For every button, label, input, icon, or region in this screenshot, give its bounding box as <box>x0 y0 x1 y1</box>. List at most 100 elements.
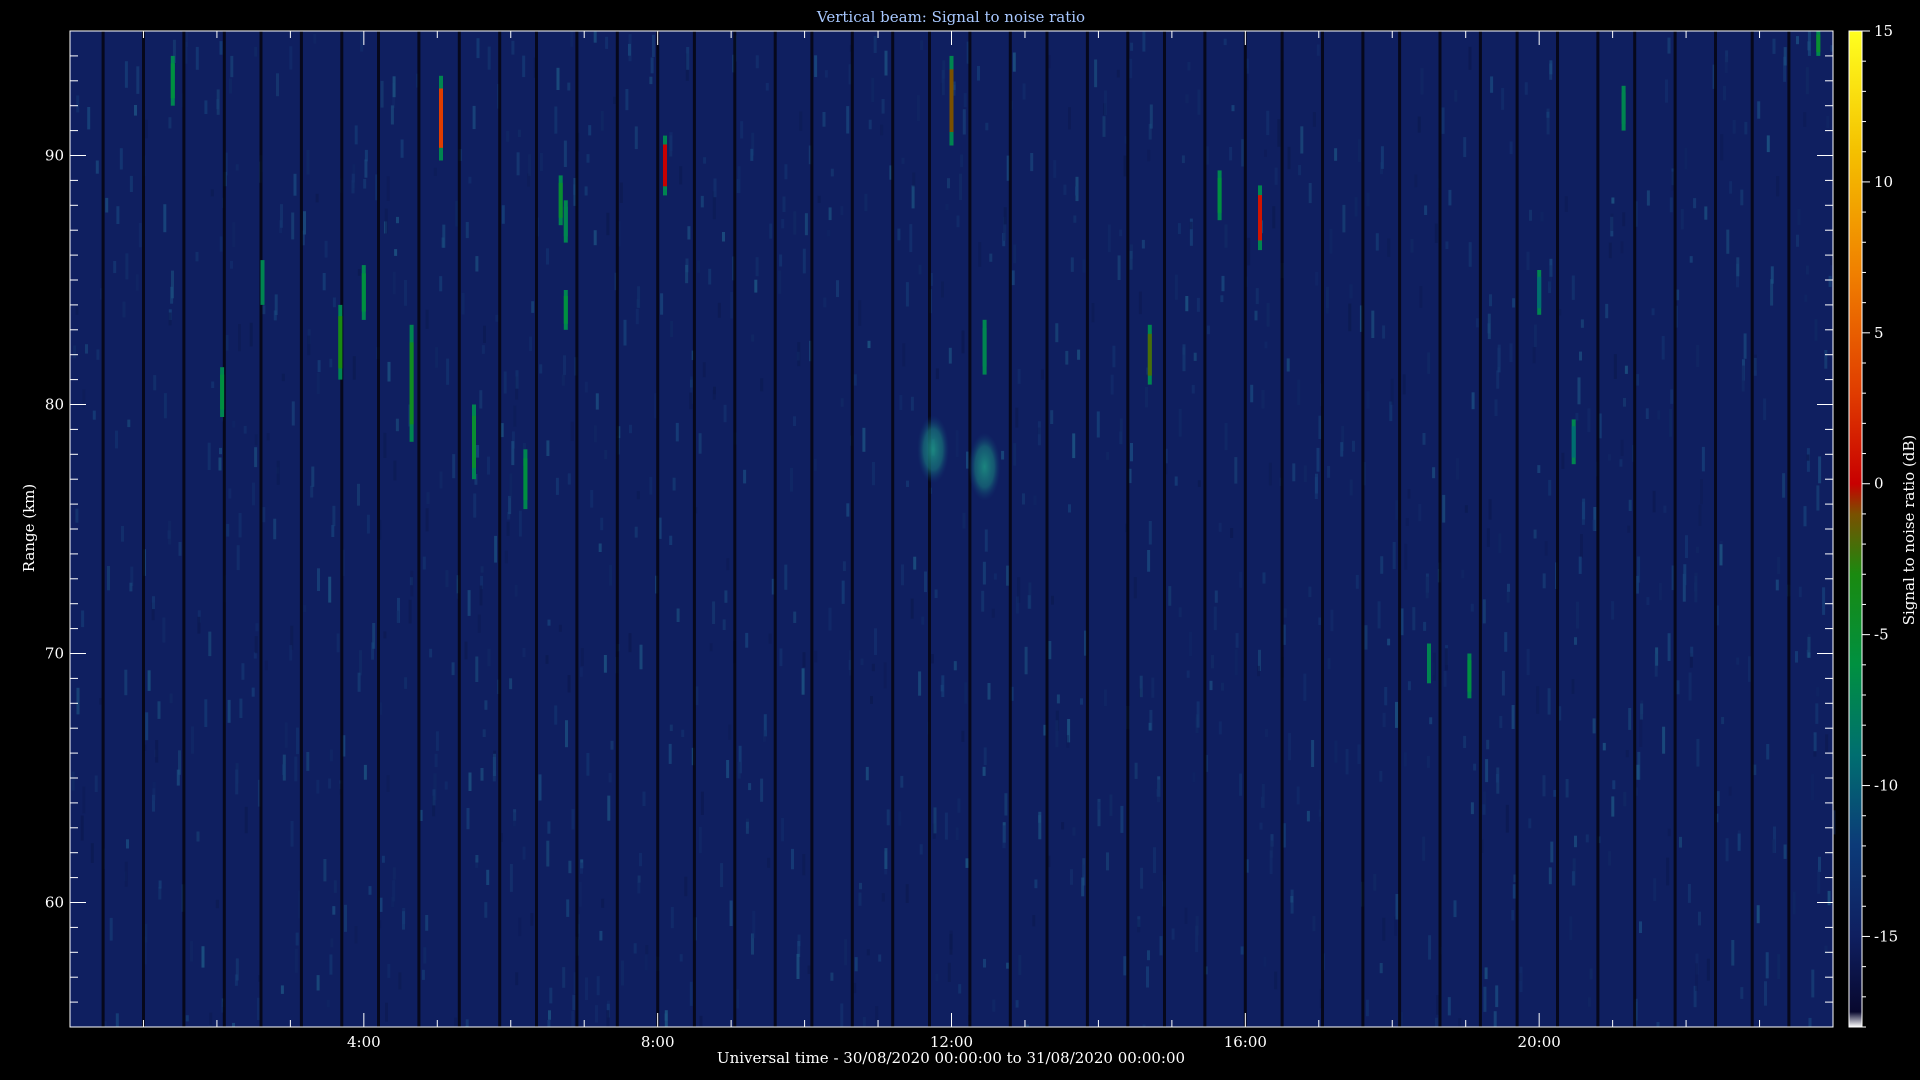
noise-speck <box>1509 141 1513 155</box>
noise-speck <box>1055 323 1059 343</box>
noise-speck <box>637 875 641 883</box>
noise-speck <box>1740 189 1744 206</box>
noise-speck <box>1824 350 1828 369</box>
noise-speck <box>1017 369 1021 384</box>
noise-speck <box>1605 303 1609 319</box>
noise-speck <box>1776 176 1780 197</box>
noise-speck <box>1611 796 1615 817</box>
noise-speck <box>1340 442 1344 457</box>
noise-speck <box>584 186 588 196</box>
data-gap <box>417 31 421 1027</box>
noise-speck <box>127 419 131 428</box>
noise-speck <box>1795 651 1798 663</box>
noise-speck <box>1231 105 1235 112</box>
noise-speck <box>955 827 959 841</box>
noise-speck <box>1487 313 1491 340</box>
noise-speck <box>853 374 857 386</box>
noise-speck <box>423 947 427 964</box>
noise-speck <box>1441 107 1445 134</box>
noise-speck <box>466 808 470 830</box>
data-gap <box>1361 31 1365 1027</box>
noise-speck <box>1185 296 1189 312</box>
noise-speck <box>568 860 572 874</box>
noise-speck <box>1729 181 1733 194</box>
noise-speck <box>1765 952 1769 979</box>
noise-speck <box>147 670 151 691</box>
data-gap <box>457 31 461 1027</box>
noise-speck <box>1185 94 1189 104</box>
noise-speck <box>1264 149 1267 157</box>
noise-speck <box>155 740 159 763</box>
noise-speck <box>784 564 788 590</box>
noise-speck <box>152 596 155 610</box>
noise-speck <box>96 349 100 360</box>
noise-speck <box>1679 836 1682 848</box>
noise-speck <box>862 427 866 452</box>
noise-speck <box>1620 439 1624 456</box>
noise-speck <box>185 1015 189 1022</box>
noise-speck <box>1423 621 1427 631</box>
colorbar-tick-label: 10 <box>1874 173 1893 191</box>
noise-speck <box>1300 126 1304 154</box>
noise-speck <box>669 724 673 732</box>
noise-speck <box>328 778 332 789</box>
colorbar: 15 10 5 0 -5 -10 -15 Signal to noise ratio (dB… <box>1848 22 1918 1028</box>
echo-streak <box>563 200 568 243</box>
noise-speck <box>1303 673 1307 701</box>
noise-speck <box>1497 344 1501 367</box>
noise-speck <box>708 268 712 285</box>
noise-speck <box>1680 209 1684 230</box>
noise-speck <box>324 240 328 258</box>
noise-speck <box>1141 239 1145 249</box>
noise-speck <box>1483 986 1487 1012</box>
y-tick-label: 60 <box>45 894 64 912</box>
noise-speck <box>846 106 850 134</box>
noise-speck <box>1422 836 1426 861</box>
noise-speck <box>598 543 602 552</box>
noise-speck <box>1454 90 1458 102</box>
echo-streak <box>220 367 225 417</box>
noise-speck <box>1034 879 1038 889</box>
noise-speck <box>1501 88 1505 110</box>
noise-speck <box>1387 638 1391 646</box>
noise-speck <box>676 608 680 622</box>
noise-speck <box>386 176 390 201</box>
noise-speck <box>606 1010 610 1027</box>
noise-speck <box>1390 378 1394 405</box>
noise-speck <box>961 730 965 742</box>
noise-speck <box>1720 134 1724 161</box>
noise-speck <box>781 219 785 229</box>
noise-speck <box>1065 350 1069 365</box>
noise-speck <box>790 467 793 492</box>
noise-speck <box>1826 116 1830 128</box>
noise-speck <box>1366 192 1370 207</box>
noise-speck <box>1777 557 1781 574</box>
noise-speck <box>881 99 885 114</box>
noise-speck <box>1315 272 1319 286</box>
noise-speck <box>779 254 783 267</box>
noise-speck <box>1656 1022 1660 1027</box>
noise-speck <box>1805 265 1809 275</box>
noise-speck <box>294 756 298 782</box>
noise-speck <box>610 740 614 750</box>
noise-speck <box>266 433 270 441</box>
noise-speck <box>949 930 953 950</box>
noise-speck <box>1792 891 1796 915</box>
echo-streak <box>1571 419 1576 465</box>
noise-speck <box>1109 794 1113 816</box>
noise-speck <box>515 972 519 986</box>
noise-speck <box>916 95 920 122</box>
noise-speck <box>883 662 887 689</box>
noise-speck <box>1580 534 1583 558</box>
noise-speck <box>316 779 320 794</box>
noise-speck <box>1725 838 1729 862</box>
noise-speck <box>190 941 194 962</box>
noise-speck <box>452 454 456 479</box>
noise-speck <box>595 393 599 410</box>
noise-speck <box>670 321 674 338</box>
noise-speck <box>178 750 181 775</box>
noise-speck <box>556 67 560 90</box>
noise-speck <box>1266 110 1270 136</box>
noise-speck <box>241 663 245 680</box>
noise-speck <box>1068 504 1071 513</box>
